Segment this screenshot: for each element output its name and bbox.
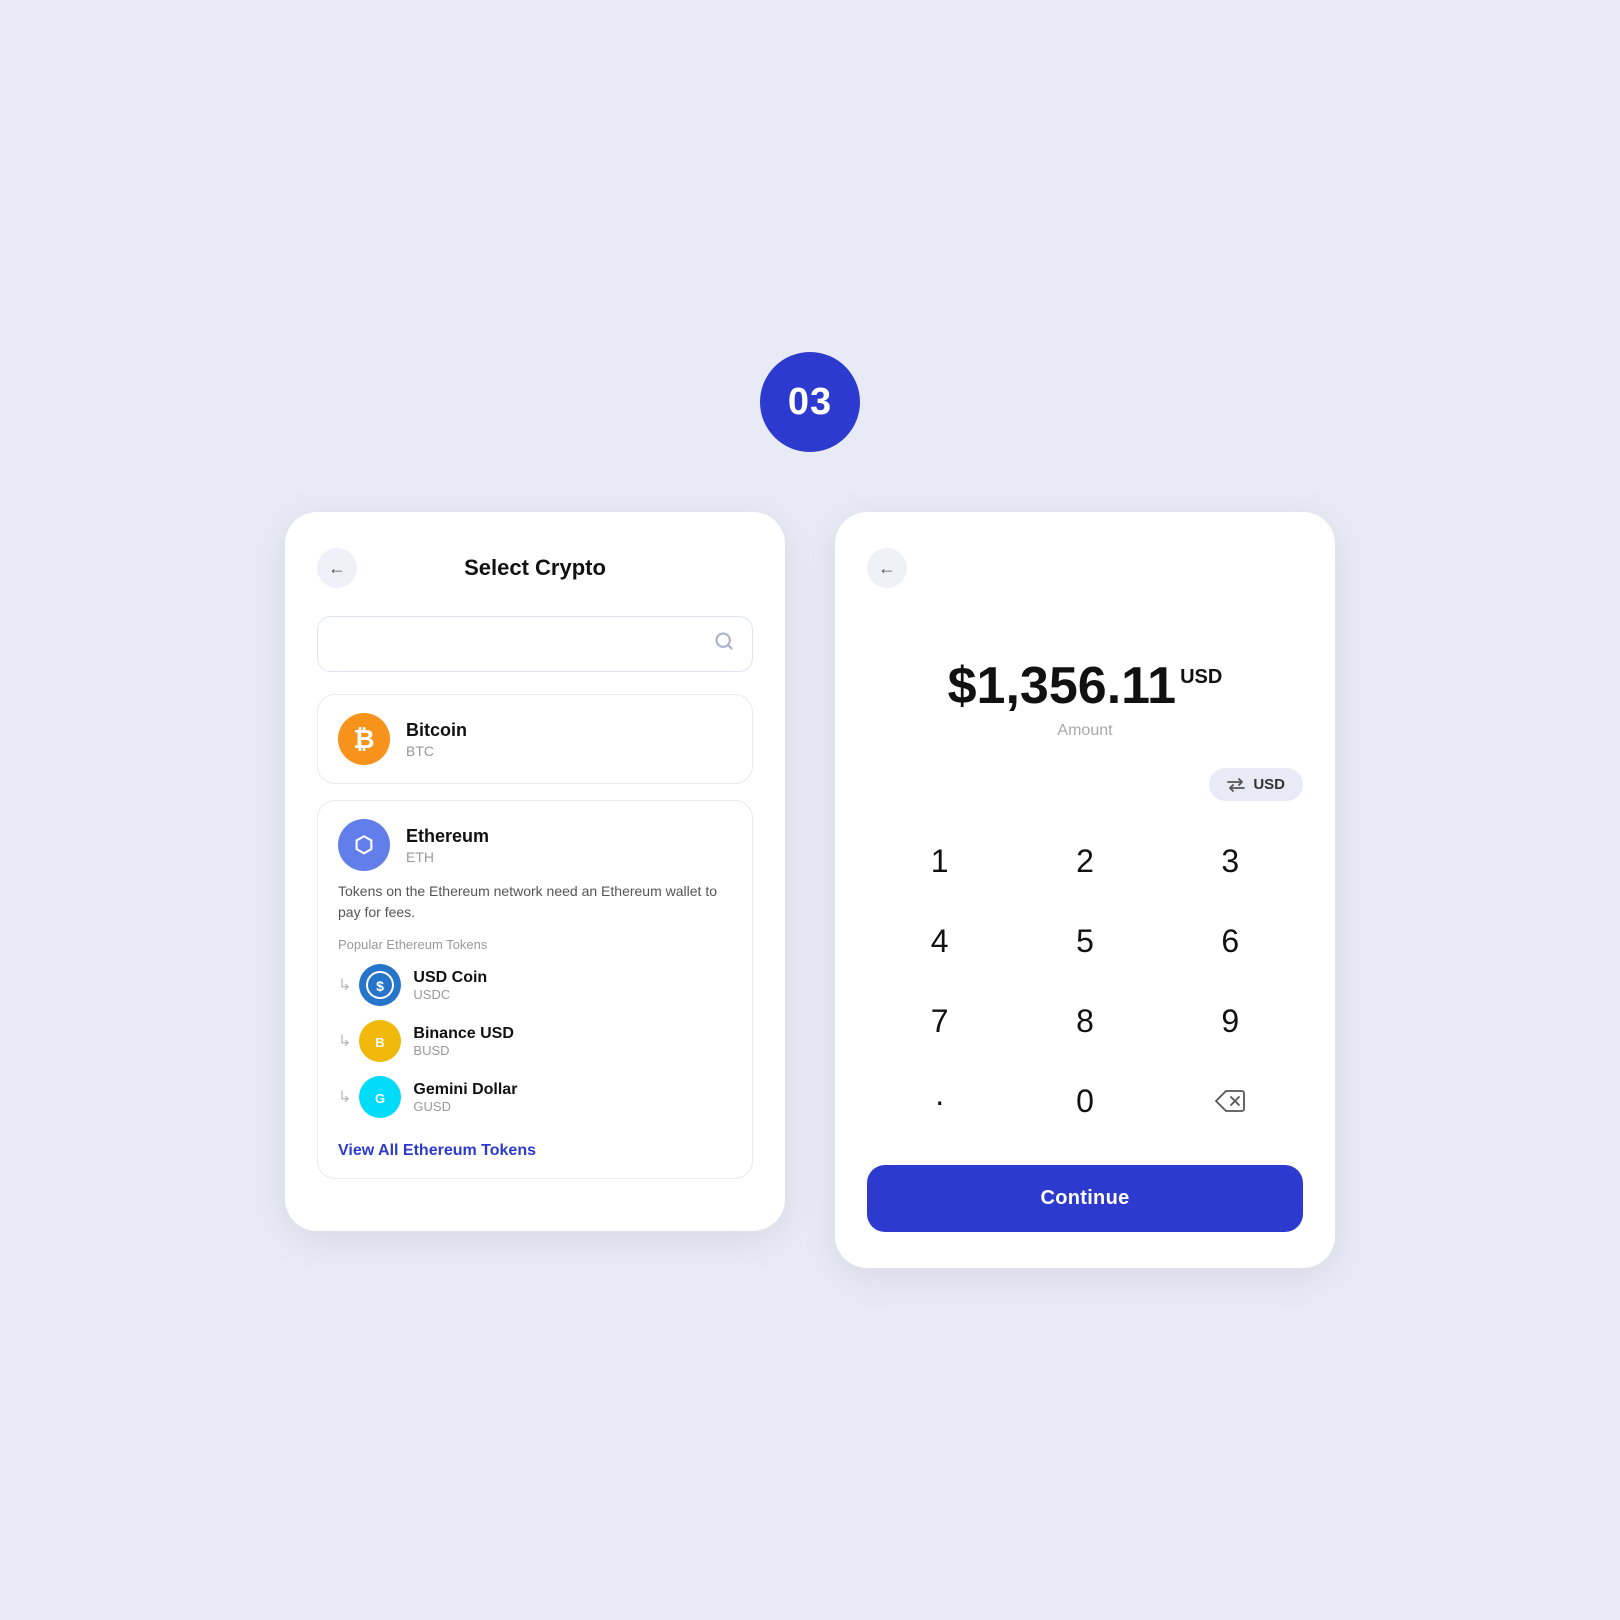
search-icon (714, 631, 734, 657)
busd-token-item[interactable]: ↳ B Binance USD BUSD (338, 1020, 514, 1062)
key-0[interactable]: 0 (1012, 1061, 1157, 1141)
bitcoin-icon: ₿ (338, 713, 390, 765)
busd-arrow-icon: ↳ (338, 1031, 351, 1051)
key-9[interactable]: 9 (1158, 981, 1303, 1061)
key-2[interactable]: 2 (1012, 821, 1157, 901)
gusd-arrow-icon: ↳ (338, 1087, 351, 1107)
amount-section: $1,356.11USD Amount (867, 656, 1303, 740)
bitcoin-info: Bitcoin BTC (406, 720, 467, 759)
key-8[interactable]: 8 (1012, 981, 1157, 1061)
key-4[interactable]: 4 (867, 901, 1012, 981)
gusd-icon: G (359, 1076, 401, 1118)
ethereum-icon: ⬡ (338, 819, 390, 871)
key-6[interactable]: 6 (1158, 901, 1303, 981)
amount-display: $1,356.11 (948, 656, 1176, 716)
ethereum-item[interactable]: ⬡ Ethereum ETH Tokens on the Ethereum ne… (317, 800, 753, 1179)
left-card-header: ← Select Crypto (317, 548, 753, 588)
usdc-icon: $ (359, 964, 401, 1006)
swap-icon (1227, 778, 1245, 792)
key-dot[interactable]: · (867, 1061, 1012, 1141)
key-7[interactable]: 7 (867, 981, 1012, 1061)
view-all-ethereum-tokens-link[interactable]: View All Ethereum Tokens (338, 1142, 536, 1160)
key-backspace[interactable] (1158, 1061, 1303, 1141)
right-card-header: ← (867, 548, 1303, 588)
currency-superscript: USD (1180, 666, 1222, 689)
svg-text:B: B (376, 1035, 385, 1050)
key-1[interactable]: 1 (867, 821, 1012, 901)
right-back-button[interactable]: ← (867, 548, 907, 588)
gusd-token-item[interactable]: ↳ G Gemini Dollar GUSD (338, 1076, 517, 1118)
key-3[interactable]: 3 (1158, 821, 1303, 901)
ethereum-info: Ethereum ETH (406, 826, 489, 865)
usdc-arrow-icon: ↳ (338, 975, 351, 995)
bitcoin-item[interactable]: ₿ Bitcoin BTC (317, 694, 753, 784)
numpad: 1 2 3 4 5 6 7 8 9 · 0 (867, 821, 1303, 1141)
left-back-button[interactable]: ← (317, 548, 357, 588)
svg-text:G: G (375, 1091, 385, 1106)
amount-label: Amount (867, 722, 1303, 740)
search-input[interactable] (336, 634, 714, 654)
amount-entry-card: ← $1,356.11USD Amount USD 1 2 3 4 5 (835, 512, 1335, 1268)
busd-icon: B (359, 1020, 401, 1062)
step-badge: 03 (760, 352, 860, 452)
key-5[interactable]: 5 (1012, 901, 1157, 981)
select-crypto-card: ← Select Crypto ₿ Bitcoin BTC (285, 512, 785, 1231)
search-box[interactable] (317, 616, 753, 672)
usd-toggle-button[interactable]: USD (1209, 768, 1303, 801)
cards-row: ← Select Crypto ₿ Bitcoin BTC (285, 512, 1335, 1268)
select-crypto-title: Select Crypto (464, 555, 606, 581)
continue-button[interactable]: Continue (867, 1165, 1303, 1232)
svg-text:$: $ (377, 978, 385, 994)
usdc-token-item[interactable]: ↳ $ USD Coin USDC (338, 964, 487, 1006)
backspace-icon (1215, 1090, 1245, 1112)
currency-toggle: USD (867, 768, 1303, 801)
